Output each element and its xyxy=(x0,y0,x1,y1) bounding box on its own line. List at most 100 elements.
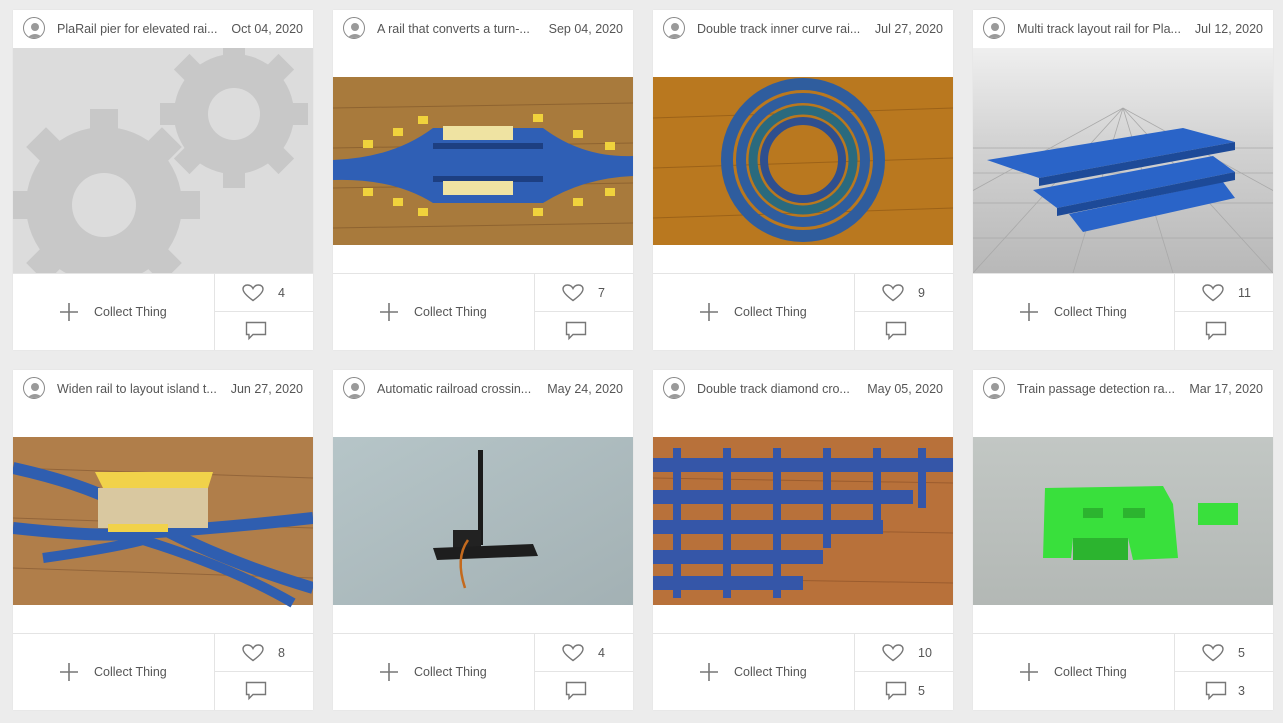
thing-card[interactable]: Automatic railroad crossin... May 24, 20… xyxy=(333,370,633,710)
user-avatar-icon[interactable] xyxy=(343,377,365,399)
thing-card[interactable]: Multi track layout rail for Pla... Jul 1… xyxy=(973,10,1273,350)
comment-button[interactable] xyxy=(534,312,633,350)
thumbnail-photo[interactable] xyxy=(13,408,313,633)
collect-thing-button[interactable]: Collect Thing xyxy=(13,274,215,350)
like-button[interactable]: 5 xyxy=(1174,634,1273,672)
plus-icon xyxy=(60,663,78,681)
card-header: Automatic railroad crossin... May 24, 20… xyxy=(333,370,633,408)
card-header: Double track inner curve rai... Jul 27, … xyxy=(653,10,953,48)
comment-button[interactable]: 3 xyxy=(1174,672,1273,710)
user-avatar-icon[interactable] xyxy=(663,377,685,399)
card-title[interactable]: Double track inner curve rai... xyxy=(697,22,862,36)
like-button[interactable]: 10 xyxy=(854,634,953,672)
thumbnail-photo[interactable] xyxy=(973,408,1273,633)
comment-icon xyxy=(245,321,267,341)
user-avatar-icon[interactable] xyxy=(23,377,45,399)
heart-icon xyxy=(882,284,904,302)
collect-thing-label: Collect Thing xyxy=(1054,665,1127,679)
comment-button[interactable]: 5 xyxy=(854,672,953,710)
thing-card[interactable]: Widen rail to layout island t... Jun 27,… xyxy=(13,370,313,710)
like-button[interactable]: 7 xyxy=(534,274,633,312)
collect-thing-label: Collect Thing xyxy=(94,305,167,319)
comment-button[interactable] xyxy=(1174,312,1273,350)
card-footer: Collect Thing 4 xyxy=(333,633,633,710)
thumbnail-photo[interactable] xyxy=(653,408,953,633)
card-date: Jun 27, 2020 xyxy=(230,382,303,396)
thumbnail-photo[interactable] xyxy=(333,48,633,273)
card-date: Mar 17, 2020 xyxy=(1189,382,1263,396)
card-date: Jul 27, 2020 xyxy=(874,22,943,36)
user-avatar-icon[interactable] xyxy=(983,377,1005,399)
like-button[interactable]: 11 xyxy=(1174,274,1273,312)
comment-button[interactable] xyxy=(214,672,313,710)
card-title[interactable]: A rail that converts a turn-... xyxy=(377,22,542,36)
plus-icon xyxy=(380,303,398,321)
card-title[interactable]: Multi track layout rail for Pla... xyxy=(1017,22,1182,36)
like-count: 8 xyxy=(278,646,285,660)
card-footer: Collect Thing 9 xyxy=(653,273,953,350)
collect-thing-button[interactable]: Collect Thing xyxy=(653,634,855,710)
like-button[interactable]: 4 xyxy=(534,634,633,672)
collect-thing-label: Collect Thing xyxy=(94,665,167,679)
card-title[interactable]: Double track diamond cro... xyxy=(697,382,862,396)
card-footer: Collect Thing 11 xyxy=(973,273,1273,350)
collect-thing-button[interactable]: Collect Thing xyxy=(333,634,535,710)
card-header: PlaRail pier for elevated rai... Oct 04,… xyxy=(13,10,313,48)
card-date: May 24, 2020 xyxy=(547,382,623,396)
like-count: 4 xyxy=(278,286,285,300)
like-count: 4 xyxy=(598,646,605,660)
plus-icon xyxy=(1020,303,1038,321)
collect-thing-label: Collect Thing xyxy=(734,305,807,319)
user-avatar-icon[interactable] xyxy=(983,17,1005,39)
comment-button[interactable] xyxy=(214,312,313,350)
like-button[interactable]: 4 xyxy=(214,274,313,312)
comment-button[interactable] xyxy=(854,312,953,350)
user-avatar-icon[interactable] xyxy=(343,17,365,39)
thing-card[interactable]: Double track diamond cro... May 05, 2020… xyxy=(653,370,953,710)
card-header: Multi track layout rail for Pla... Jul 1… xyxy=(973,10,1273,48)
collect-thing-button[interactable]: Collect Thing xyxy=(973,274,1175,350)
thing-card[interactable]: PlaRail pier for elevated rai... Oct 04,… xyxy=(13,10,313,350)
plus-icon xyxy=(700,663,718,681)
heart-icon xyxy=(1202,644,1224,662)
card-title[interactable]: Automatic railroad crossin... xyxy=(377,382,542,396)
thing-card[interactable]: Train passage detection ra... Mar 17, 20… xyxy=(973,370,1273,710)
card-title[interactable]: PlaRail pier for elevated rai... xyxy=(57,22,222,36)
like-button[interactable]: 9 xyxy=(854,274,953,312)
like-count: 11 xyxy=(1238,286,1251,300)
card-date: May 05, 2020 xyxy=(867,382,943,396)
heart-icon xyxy=(882,644,904,662)
card-title[interactable]: Train passage detection ra... xyxy=(1017,382,1182,396)
plus-icon xyxy=(60,303,78,321)
like-count: 5 xyxy=(1238,646,1245,660)
comment-button[interactable] xyxy=(534,672,633,710)
collect-thing-button[interactable]: Collect Thing xyxy=(653,274,855,350)
card-title[interactable]: Widen rail to layout island t... xyxy=(57,382,222,396)
user-avatar-icon[interactable] xyxy=(663,17,685,39)
comment-icon xyxy=(885,321,907,341)
comment-icon xyxy=(565,681,587,701)
thumbnail-photo[interactable] xyxy=(653,48,953,273)
collect-thing-button[interactable]: Collect Thing xyxy=(973,634,1175,710)
things-grid: PlaRail pier for elevated rai... Oct 04,… xyxy=(0,0,1283,723)
thing-card[interactable]: A rail that converts a turn-... Sep 04, … xyxy=(333,10,633,350)
collect-thing-label: Collect Thing xyxy=(734,665,807,679)
thumbnail-gears-placeholder[interactable] xyxy=(13,48,313,273)
comment-count: 5 xyxy=(918,684,925,698)
like-count: 7 xyxy=(598,286,605,300)
collect-thing-label: Collect Thing xyxy=(414,665,487,679)
thumbnail-photo[interactable] xyxy=(333,408,633,633)
card-footer: Collect Thing 5 3 xyxy=(973,633,1273,710)
collect-thing-button[interactable]: Collect Thing xyxy=(333,274,535,350)
comment-icon xyxy=(1205,681,1227,701)
thumbnail-render[interactable] xyxy=(973,48,1273,273)
thing-card[interactable]: Double track inner curve rai... Jul 27, … xyxy=(653,10,953,350)
card-footer: Collect Thing 4 xyxy=(13,273,313,350)
collect-thing-button[interactable]: Collect Thing xyxy=(13,634,215,710)
user-avatar-icon[interactable] xyxy=(23,17,45,39)
like-button[interactable]: 8 xyxy=(214,634,313,672)
card-date: Sep 04, 2020 xyxy=(548,22,623,36)
heart-icon xyxy=(562,644,584,662)
comment-count: 3 xyxy=(1238,684,1245,698)
card-footer: Collect Thing 8 xyxy=(13,633,313,710)
